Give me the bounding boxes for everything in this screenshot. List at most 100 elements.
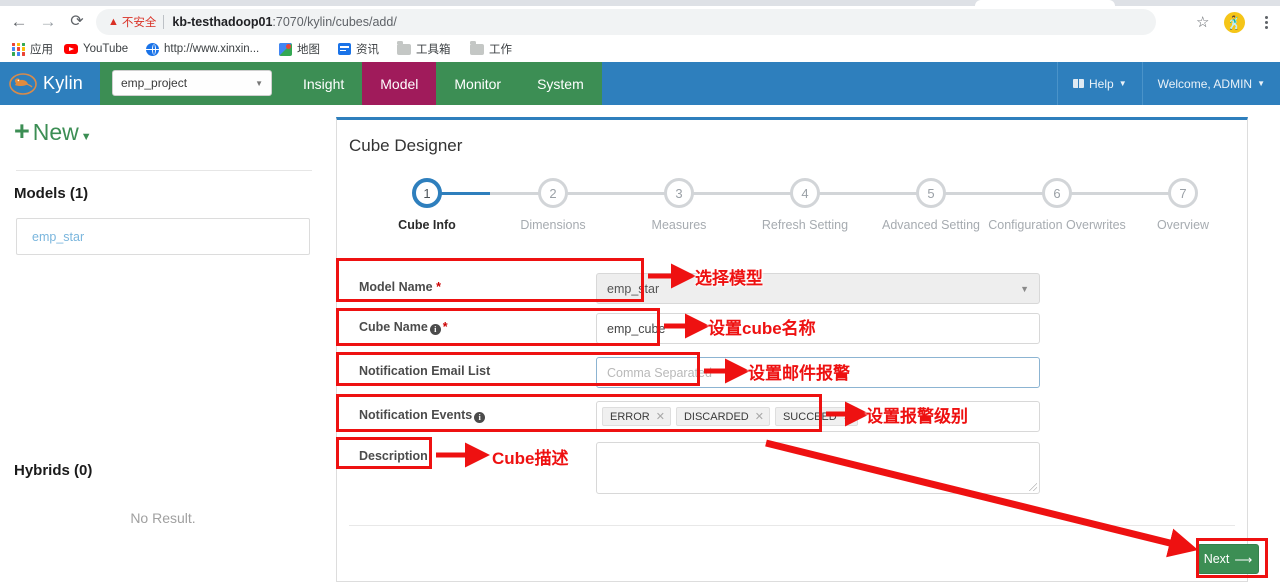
project-zone: emp_project ▼ <box>100 62 285 105</box>
bookmark-label: 地图 <box>297 41 320 57</box>
notification-events-control: ERROR ✕ DISCARDED ✕ SUCCEED ✕ <box>596 401 1040 432</box>
close-icon[interactable]: ✕ <box>656 410 665 423</box>
tag-item[interactable]: ERROR ✕ <box>602 407 671 426</box>
left-sidebar: + New ▼ Models (1) emp_star Hybrids (0) … <box>0 105 330 582</box>
bookmark-label: http://www.xinxin... <box>164 43 259 55</box>
wizard-step-number: 3 <box>664 178 694 208</box>
nav-item-monitor[interactable]: Monitor <box>436 62 519 105</box>
bookmark-folder-toolbox[interactable]: 工具箱 <box>397 38 451 60</box>
field-row-model-name: Model Name * emp_star ▼ <box>349 280 1235 300</box>
notification-events-tag-input[interactable]: ERROR ✕ DISCARDED ✕ SUCCEED ✕ <box>596 401 1040 432</box>
youtube-icon <box>64 44 78 54</box>
bookmark-folder-work[interactable]: 工作 <box>470 38 512 60</box>
brand-home-link[interactable]: Kylin <box>0 62 100 105</box>
tag-item[interactable]: DISCARDED ✕ <box>676 407 770 426</box>
avatar-glyph: 🕺 <box>1224 12 1245 33</box>
kylin-logo-icon <box>8 71 38 97</box>
description-label: Description <box>359 449 428 463</box>
cube-name-input[interactable]: emp_cube <box>596 313 1040 344</box>
google-maps-icon <box>279 43 292 56</box>
model-name-select[interactable]: emp_star ▼ <box>596 273 1040 304</box>
nav-item-insight[interactable]: Insight <box>285 62 362 105</box>
notification-events-label: Notification Eventsi <box>359 408 487 423</box>
field-row-notification-events: Notification Eventsi ERROR ✕ DISCARDED ✕… <box>349 408 1235 428</box>
security-warning-label: 不安全 <box>122 14 157 30</box>
user-menu[interactable]: Welcome, ADMIN ▼ <box>1142 62 1280 105</box>
url-label: kb-testhadoop01:7070/kylin/cubes/add/ <box>172 15 396 29</box>
required-asterisk: * <box>436 280 441 294</box>
url-divider <box>163 15 164 29</box>
bookmark-label: 工具箱 <box>416 41 451 57</box>
next-button[interactable]: Next ⟶ <box>1197 544 1259 574</box>
wizard-step-refresh-setting[interactable]: 4 Refresh Setting <box>735 178 875 232</box>
bookmark-news[interactable]: 资讯 <box>338 38 379 60</box>
field-row-cube-name: Cube Namei* emp_cube <box>349 320 1235 340</box>
notification-email-input[interactable]: Comma Separated <box>596 357 1040 388</box>
wizard-step-configuration-overwrites[interactable]: 6 Configuration Overwrites <box>987 178 1127 232</box>
wizard-step-measures[interactable]: 3 Measures <box>609 178 749 232</box>
warning-triangle-icon: ▲ <box>108 17 119 28</box>
bookmark-label: 资讯 <box>356 41 379 57</box>
back-icon[interactable]: ← <box>8 11 30 33</box>
description-textarea[interactable] <box>596 442 1040 494</box>
reload-icon[interactable]: ⟳ <box>66 11 88 33</box>
nav-item-system[interactable]: System <box>519 62 602 105</box>
hybrids-empty-label: No Result. <box>0 510 326 526</box>
close-icon[interactable]: ✕ <box>755 410 764 423</box>
info-icon[interactable]: i <box>474 412 485 423</box>
brand-label: Kylin <box>43 73 83 94</box>
info-icon[interactable]: i <box>430 324 441 335</box>
close-icon[interactable]: ✕ <box>843 410 852 423</box>
new-button[interactable]: + New ▼ <box>14 118 92 146</box>
tag-item[interactable]: SUCCEED ✕ <box>775 407 858 426</box>
star-icon[interactable]: ☆ <box>1196 13 1209 31</box>
wizard-step-number: 7 <box>1168 178 1198 208</box>
nav-menu: Insight Model Monitor System <box>285 62 602 105</box>
kebab-menu-icon[interactable] <box>1260 14 1272 32</box>
forward-icon[interactable]: → <box>37 11 59 33</box>
wizard-step-number: 1 <box>412 178 442 208</box>
wizard-step-label: Advanced Setting <box>861 218 1001 232</box>
wizard-step-number: 5 <box>916 178 946 208</box>
cube-name-label-text: Cube Name <box>359 320 428 334</box>
notification-email-control: Comma Separated <box>596 357 1040 388</box>
arrow-right-icon: ⟶ <box>1234 552 1252 567</box>
wizard-step-advanced-setting[interactable]: 5 Advanced Setting <box>861 178 1001 232</box>
bookmark-xinxin[interactable]: http://www.xinxin... <box>146 38 259 60</box>
model-list-item[interactable]: emp_star <box>16 218 310 255</box>
help-menu[interactable]: Help ▼ <box>1057 62 1142 105</box>
project-select[interactable]: emp_project ▼ <box>112 70 272 96</box>
models-header: Models (1) <box>14 185 88 202</box>
sidebar-divider <box>16 170 312 171</box>
app-navbar: Kylin emp_project ▼ Insight Model Monito… <box>0 62 1280 105</box>
wizard-step-number: 6 <box>1042 178 1072 208</box>
wizard-steps: 1 Cube Info 2 Dimensions 3 Measures 4 Re… <box>349 178 1235 240</box>
cube-designer-panel: Cube Designer 1 Cube Info 2 Dimensions 3… <box>336 117 1248 582</box>
wizard-step-label: Measures <box>609 218 749 232</box>
address-bar[interactable]: ▲ 不安全 kb-testhadoop01:7070/kylin/cubes/a… <box>96 9 1156 35</box>
wizard-step-overview[interactable]: 7 Overview <box>1113 178 1253 232</box>
bookmarks-bar: 应用 YouTube http://www.xinxin... 地图 资讯 工具… <box>0 38 1280 60</box>
notification-events-label-text: Notification Events <box>359 408 472 422</box>
profile-avatar-icon[interactable]: 🕺 <box>1224 12 1245 33</box>
wizard-step-label: Configuration Overwrites <box>987 218 1127 232</box>
bookmark-label: YouTube <box>83 43 128 55</box>
apps-grid-icon <box>12 43 25 56</box>
chevron-down-icon: ▼ <box>1257 79 1265 88</box>
wizard-step-number: 2 <box>538 178 568 208</box>
bookmark-youtube[interactable]: YouTube <box>64 38 128 60</box>
wizard-step-dimensions[interactable]: 2 Dimensions <box>483 178 623 232</box>
hybrids-header: Hybrids (0) <box>14 462 92 479</box>
tag-label: DISCARDED <box>684 411 749 423</box>
required-asterisk: * <box>443 320 448 334</box>
cube-name-value: emp_cube <box>607 322 665 336</box>
url-host: kb-testhadoop01 <box>172 15 272 29</box>
wizard-step-label: Refresh Setting <box>735 218 875 232</box>
nav-item-model[interactable]: Model <box>362 62 436 105</box>
bookmark-apps[interactable]: 应用 <box>12 38 53 60</box>
bookmark-maps[interactable]: 地图 <box>279 38 320 60</box>
wizard-step-cube-info[interactable]: 1 Cube Info <box>357 178 497 232</box>
model-name-value: emp_star <box>607 282 1020 296</box>
navbar-right: Help ▼ Welcome, ADMIN ▼ <box>1057 62 1280 105</box>
cube-name-label: Cube Namei* <box>359 320 448 335</box>
